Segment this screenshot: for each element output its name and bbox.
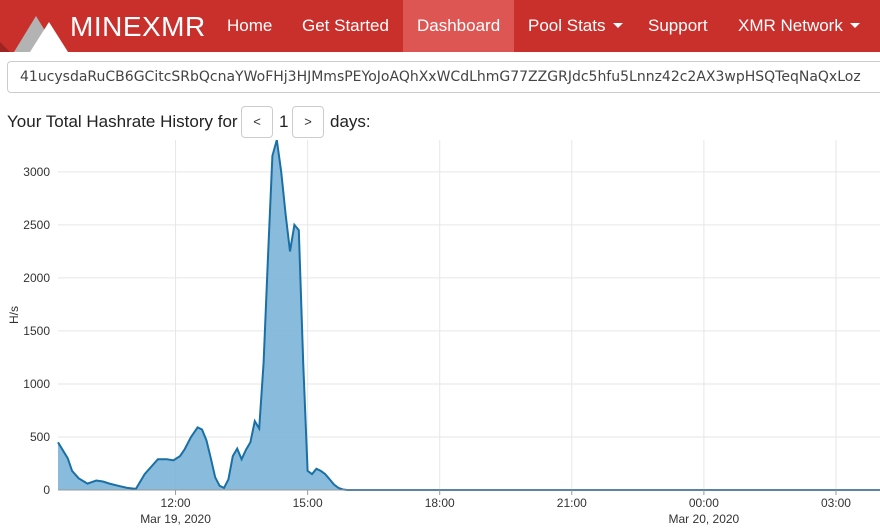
x-date-label: Mar 20, 2020 [669, 512, 740, 526]
nav-home-label: Home [227, 16, 273, 35]
y-tick-label: 2000 [23, 271, 50, 285]
nav-home[interactable]: Home [213, 0, 286, 52]
y-axis-label: H/s [7, 306, 21, 324]
nav-pool-stats[interactable]: Pool Stats [514, 0, 637, 52]
x-tick-label: 18:00 [425, 496, 455, 510]
y-tick-label: 500 [30, 430, 50, 444]
nav-get-started-label: Get Started [302, 16, 389, 35]
nav-get-started[interactable]: Get Started [288, 0, 403, 52]
brand-name: MINEXMR [70, 11, 206, 42]
x-axis: 12:00 Mar 19, 2020 15:00 18:00 21:00 00:00 Mar… [58, 489, 880, 526]
x-tick-label: 12:00 [161, 496, 191, 510]
nav-support[interactable]: Support [634, 0, 722, 52]
nav-dashboard[interactable]: Dashboard [403, 0, 515, 52]
caret-down-icon [849, 23, 860, 29]
x-date-label: Mar 19, 2020 [140, 512, 211, 526]
hashrate-area [58, 140, 880, 490]
x-tick-label: 00:00 [689, 496, 719, 510]
y-tick-label: 2500 [23, 218, 50, 232]
chart-grid [58, 140, 880, 490]
top-navbar: MINEXMR Home Get Started Dashboard Pool … [0, 0, 880, 52]
caret-down-icon [612, 23, 623, 29]
y-tick-label: 0 [43, 483, 50, 497]
wallet-address-input[interactable] [7, 61, 880, 93]
nav-dashboard-label: Dashboard [417, 16, 501, 35]
brand-logo[interactable]: MINEXMR [0, 0, 215, 52]
history-suffix-label: days: [330, 112, 371, 131]
hashrate-chart: 0 500 1000 1500 2000 2500 3000 12:00 Mar 19, 20… [7, 140, 880, 526]
nav-xmr-network[interactable]: XMR Network [724, 0, 874, 52]
x-tick-label: 03:00 [821, 496, 851, 510]
nav-pool-stats-label: Pool Stats [528, 16, 606, 35]
y-tick-label: 1000 [23, 377, 50, 391]
mountain-logo-icon [0, 16, 68, 52]
x-tick-label: 15:00 [293, 496, 323, 510]
chart-area-layer [57, 140, 880, 491]
prev-days-button[interactable]: < [241, 106, 273, 138]
y-tick-label: 1500 [23, 324, 50, 338]
nav-xmr-network-label: XMR Network [738, 16, 843, 35]
hashrate-line [57, 140, 880, 491]
x-tick-label: 21:00 [557, 496, 587, 510]
y-axis: 0 500 1000 1500 2000 2500 3000 [23, 165, 50, 497]
days-value: 1 [279, 112, 289, 131]
history-prefix-label: Your Total Hashrate History for [7, 112, 238, 131]
nav-support-label: Support [648, 16, 708, 35]
next-days-button[interactable]: > [292, 106, 324, 138]
y-tick-label: 3000 [23, 165, 50, 179]
